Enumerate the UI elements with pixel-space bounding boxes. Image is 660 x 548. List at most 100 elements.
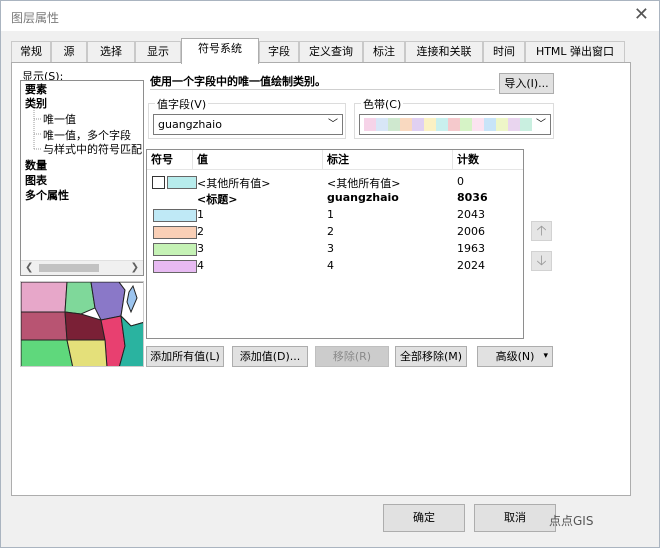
dropdown-arrow-icon: ▾: [543, 351, 548, 361]
ramp-color: [460, 118, 472, 131]
ramp-color: [400, 118, 412, 131]
ramp-color: [484, 118, 496, 131]
symbol-swatch[interactable]: [153, 209, 197, 222]
col-header-count[interactable]: 计数: [453, 150, 523, 170]
cell-value: 1: [197, 208, 204, 221]
value-field-select[interactable]: guangzhaio ﹀: [153, 114, 343, 135]
ok-button[interactable]: 确定: [383, 504, 465, 532]
dialog-title: 图层属性: [11, 11, 60, 25]
tab-definition-query[interactable]: 定义查询: [299, 41, 363, 63]
chevron-down-icon: ﹀: [328, 119, 338, 130]
color-ramp-group: 色带(C) ﹀: [354, 96, 554, 139]
ramp-color: [424, 118, 436, 131]
color-ramp-label: 色带(C): [361, 96, 404, 112]
col-header-symbol[interactable]: 符号: [147, 150, 193, 170]
advanced-label: 高级(N): [495, 350, 535, 363]
cell-label: guangzhaio: [327, 191, 399, 204]
value-field-group: 值字段(V) guangzhaio ﹀: [148, 96, 346, 139]
tab-source[interactable]: 源: [51, 41, 87, 63]
tree-item-multiple-attributes[interactable]: 多个属性: [25, 189, 69, 203]
cell-label: <其他所有值>: [327, 177, 401, 190]
tree-connector-lines: [33, 104, 42, 150]
cell-count: 2043: [457, 208, 485, 221]
table-row[interactable]: 2 2 2006: [147, 224, 523, 240]
value-field-label: 值字段(V): [155, 96, 209, 112]
cell-value: 3: [197, 242, 204, 255]
cell-count: 8036: [457, 191, 488, 204]
ramp-color: [508, 118, 520, 131]
cell-count: 1963: [457, 242, 485, 255]
horizontal-scrollbar[interactable]: ❮ ❯: [21, 260, 143, 275]
cell-value: <其他所有值>: [197, 177, 271, 190]
tab-display[interactable]: 显示: [135, 41, 181, 63]
scroll-thumb[interactable]: [39, 264, 99, 272]
tree-item-match-style-symbols[interactable]: 与样式中的符号匹配: [43, 143, 142, 157]
tab-joins-relates[interactable]: 连接和关联: [405, 41, 483, 63]
ramp-color: [376, 118, 388, 131]
tree-item-unique-values[interactable]: 唯一值: [43, 113, 76, 127]
cell-count: 2006: [457, 225, 485, 238]
remove-all-button[interactable]: 全部移除(M): [395, 346, 467, 367]
renderer-description: 使用一个字段中的唯一值绘制类别。: [150, 73, 495, 90]
symbol-swatch[interactable]: [153, 243, 197, 256]
cell-label: 3: [327, 242, 334, 255]
remove-button[interactable]: 移除(R): [315, 346, 389, 367]
unique-values-table: 符号 值 标注 计数 <其他所有值> <其他所有值> 0 <标题> guangz…: [146, 149, 524, 339]
close-icon[interactable]: ✕: [634, 5, 649, 25]
move-down-icon[interactable]: 🡣: [531, 251, 552, 271]
tab-labels[interactable]: 标注: [363, 41, 405, 63]
symbology-panel: 显示(S): 要素 类别 唯一值 唯一值，多个字段 与样式中的符号匹配 数量 图…: [11, 62, 631, 496]
ramp-color: [436, 118, 448, 131]
table-row[interactable]: 3 3 1963: [147, 241, 523, 257]
table-row[interactable]: 4 4 2024: [147, 258, 523, 274]
symbol-swatch[interactable]: [167, 176, 197, 189]
cancel-button[interactable]: 取消: [474, 504, 556, 532]
scroll-right-icon[interactable]: ❯: [131, 262, 139, 273]
tree-item-features[interactable]: 要素: [25, 83, 47, 97]
tab-time[interactable]: 时间: [483, 41, 525, 63]
tab-html-popup[interactable]: HTML 弹出窗口: [525, 41, 625, 63]
color-ramp-swatches: [364, 118, 532, 131]
tree-item-unique-values-many-fields[interactable]: 唯一值，多个字段: [43, 129, 131, 143]
tab-symbology[interactable]: 符号系统: [181, 38, 259, 64]
chevron-down-icon: ﹀: [536, 119, 546, 130]
cell-value: 4: [197, 259, 204, 272]
scroll-left-icon[interactable]: ❮: [25, 262, 33, 273]
table-row-heading[interactable]: <标题> guangzhaio 8036: [147, 190, 523, 206]
renderer-tree[interactable]: 要素 类别 唯一值 唯一值，多个字段 与样式中的符号匹配 数量 图表 多个属性 …: [20, 80, 144, 276]
advanced-button[interactable]: 高级(N) ▾: [477, 346, 553, 367]
cell-count: 0: [457, 175, 464, 188]
cell-label: 2: [327, 225, 334, 238]
ramp-color: [412, 118, 424, 131]
value-field-value: guangzhaio: [158, 118, 222, 131]
row-checkbox[interactable]: [152, 176, 165, 189]
table-row[interactable]: 1 1 2043: [147, 207, 523, 223]
symbol-swatch[interactable]: [153, 260, 197, 273]
add-all-values-button[interactable]: 添加所有值(L): [146, 346, 224, 367]
title-bar: 图层属性 ✕: [1, 1, 659, 31]
cell-value: <标题>: [197, 193, 238, 206]
tab-selection[interactable]: 选择: [87, 41, 135, 63]
move-up-icon[interactable]: 🡡: [531, 221, 552, 241]
add-values-button[interactable]: 添加值(D)...: [232, 346, 308, 367]
color-ramp-select[interactable]: ﹀: [359, 114, 551, 135]
ramp-color: [364, 118, 376, 131]
symbol-swatch[interactable]: [153, 226, 197, 239]
tree-item-quantities[interactable]: 数量: [25, 159, 47, 173]
tab-general[interactable]: 常规: [11, 41, 51, 63]
ramp-color: [520, 118, 532, 131]
cell-label: 4: [327, 259, 334, 272]
cell-value: 2: [197, 225, 204, 238]
table-row-other-values[interactable]: <其他所有值> <其他所有值> 0: [147, 174, 523, 190]
cell-count: 2024: [457, 259, 485, 272]
import-button[interactable]: 导入(I)...: [499, 73, 554, 94]
watermark-text: 点点GIS: [549, 514, 594, 528]
col-header-value[interactable]: 值: [193, 150, 323, 170]
tree-item-charts[interactable]: 图表: [25, 174, 47, 188]
ramp-color: [472, 118, 484, 131]
cell-label: 1: [327, 208, 334, 221]
ramp-color: [448, 118, 460, 131]
col-header-label[interactable]: 标注: [323, 150, 453, 170]
map-preview-image: [20, 281, 144, 367]
tab-fields[interactable]: 字段: [259, 41, 299, 63]
